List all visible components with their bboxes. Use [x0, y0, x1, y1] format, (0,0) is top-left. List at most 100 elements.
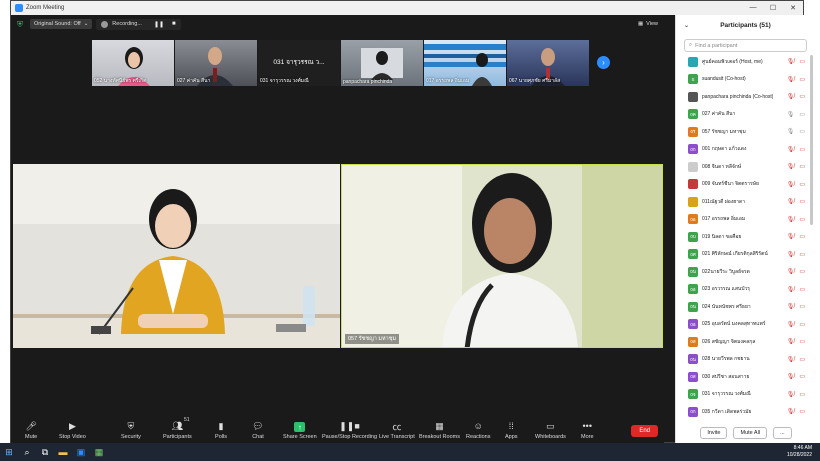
- view-button[interactable]: ▦ View: [638, 21, 658, 27]
- video-off-icon[interactable]: ▭: [799, 338, 805, 345]
- thumbnail-tile[interactable]: 017 อรรถพล อิ่มเอม: [424, 40, 506, 86]
- video-off-icon[interactable]: ▭: [799, 373, 805, 380]
- video-camera-icon[interactable]: ▭: [799, 111, 805, 118]
- participant-search-input[interactable]: ⌕ Find a participant: [684, 39, 807, 52]
- video-off-icon[interactable]: ▭: [799, 268, 805, 275]
- system-clock[interactable]: 8:46 AM 10/28/2022: [787, 445, 812, 459]
- microphone-muted-icon[interactable]: 🎙︎̸: [787, 181, 795, 188]
- search-icon[interactable]: ⌕: [18, 443, 36, 461]
- microphone-muted-icon[interactable]: 🎙︎̸: [787, 93, 795, 100]
- minimize-icon[interactable]: —: [743, 4, 763, 12]
- participant-row[interactable]: panpachara pinchinda (Co-host) 🎙︎̸ ▭: [676, 88, 809, 106]
- video-off-icon[interactable]: ▭: [799, 391, 805, 398]
- breakout-rooms-button[interactable]: ▦ Breakout Rooms: [419, 420, 460, 441]
- task-view-icon[interactable]: ⧉: [36, 443, 54, 461]
- participant-row[interactable]: ศูนย์คอมพิวเตอร์ (Host, me) 🎙︎̸ ▭: [676, 53, 809, 71]
- video-off-icon[interactable]: ▭: [799, 251, 805, 258]
- video-off-icon[interactable]: ▭: [799, 303, 805, 310]
- video-off-icon[interactable]: ▭: [799, 163, 805, 170]
- more-options-button[interactable]: ...: [773, 427, 792, 439]
- live-transcript-button[interactable]: ㏄ Live Transcript: [379, 420, 415, 441]
- panel-scrollbar[interactable]: [810, 55, 813, 225]
- video-off-icon[interactable]: ▭: [799, 356, 805, 363]
- windows-start-icon[interactable]: ⊞: [0, 443, 18, 461]
- participant-row[interactable]: 0ร 057 รัชชญา มหาชุม 🎙︎ ▭: [676, 123, 809, 141]
- video-off-icon[interactable]: ▭: [799, 321, 805, 328]
- participant-row[interactable]: 0ส 030 สปรีชา สอนสาาย 🎙︎̸ ▭: [676, 368, 809, 386]
- video-tile-left[interactable]: [13, 164, 340, 348]
- original-sound-toggle[interactable]: Original Sound: Off ⌄: [30, 19, 93, 29]
- microphone-muted-icon[interactable]: 🎙︎̸: [787, 391, 795, 398]
- microphone-icon[interactable]: 🎙︎: [787, 111, 795, 118]
- microphone-muted-icon[interactable]: 🎙︎̸: [787, 58, 795, 65]
- microphone-muted-icon[interactable]: 🎙︎̸: [787, 76, 795, 83]
- video-off-icon[interactable]: ▭: [799, 408, 805, 415]
- stop-recording-icon[interactable]: ■: [172, 21, 176, 27]
- microphone-muted-icon[interactable]: 🎙︎̸: [787, 373, 795, 380]
- invite-button[interactable]: Invite: [700, 427, 728, 439]
- apps-button[interactable]: ⁞⁞ Apps: [505, 420, 518, 440]
- microphone-muted-icon[interactable]: 🎙︎̸: [787, 216, 795, 223]
- participant-row[interactable]: 011ณัฐวดี ผ่องฮาดา 🎙︎̸ ▭: [676, 193, 809, 211]
- reactions-button[interactable]: ☺ Reactions: [466, 420, 490, 440]
- participant-row[interactable]: 0จ 031 จารุวรรณ วงศ์มณี 🎙︎̸ ▭: [676, 386, 809, 404]
- thumbnail-tile[interactable]: 067 นายศุภชัย ศรีมาลัส: [507, 40, 589, 86]
- stop-video-button[interactable]: ▶︎ Stop Video: [59, 420, 86, 441]
- participant-row[interactable]: 008 จีนดา หลีจักษ์ 🎙︎̸ ▭: [676, 158, 809, 176]
- pause-stop-recording-button[interactable]: ❚❚■ Pause/Stop Recording: [322, 420, 377, 441]
- participant-row[interactable]: 0ศ 021 ศิริลักษณ์ เกียรติกุลสิริรัตน์ 🎙︎̸ ▭: [676, 246, 809, 264]
- microphone-muted-icon[interactable]: 🎙︎̸: [787, 198, 795, 205]
- more-button[interactable]: ••• More: [581, 420, 594, 440]
- whiteboards-button[interactable]: ▭ Whiteboards: [535, 420, 566, 441]
- participant-row[interactable]: 0ก 001 กฤษดา แก้วแดง 🎙︎̸ ▭: [676, 141, 809, 159]
- participant-row[interactable]: 009 จันทร์ชีนา จิตตรารษัย 🎙︎̸ ▭: [676, 176, 809, 194]
- participant-row[interactable]: 0อ 025 อุบลรัตน์ มงคลสุทาทแพร์ 🎙︎̸ ▭: [676, 316, 809, 334]
- microphone-muted-icon[interactable]: 🎙︎̸: [787, 408, 795, 415]
- participants-button[interactable]: 👥︎ Participants: [163, 420, 192, 441]
- participant-row[interactable]: 0อ 017 อรรถพล อิ่มเอม 🎙︎̸ ▭: [676, 211, 809, 229]
- app-taskbar-icon[interactable]: ▦: [90, 443, 108, 461]
- participant-row[interactable]: Ssuandusit (Co-host) 🎙︎̸ ▭: [676, 71, 809, 89]
- video-off-icon[interactable]: ▭: [799, 181, 805, 188]
- participant-row[interactable]: 0ค 027 ค่าคัน สีนา 🎙︎ ▭: [676, 106, 809, 124]
- microphone-muted-icon[interactable]: 🎙︎̸: [787, 163, 795, 170]
- pause-recording-icon[interactable]: ❚❚: [154, 21, 164, 28]
- video-off-icon[interactable]: ▭: [799, 286, 805, 293]
- share-screen-button[interactable]: ↑ Share Screen: [283, 422, 317, 440]
- microphone-muted-icon[interactable]: 🎙︎̸: [787, 251, 795, 258]
- maximize-icon[interactable]: ☐: [763, 4, 783, 12]
- close-icon[interactable]: ✕: [783, 4, 803, 12]
- participant-row[interactable]: 0น 022นายวีระ วิบูลย์จรด 🎙︎̸ ▭: [676, 263, 809, 281]
- video-off-icon[interactable]: ▭: [799, 76, 805, 83]
- end-meeting-button[interactable]: End: [631, 425, 658, 437]
- thumbnail-tile[interactable]: 027 ค่าคัน สีนา: [175, 40, 257, 86]
- microphone-muted-icon[interactable]: 🎙︎̸: [787, 303, 795, 310]
- microphone-muted-icon[interactable]: 🎙︎̸: [787, 233, 795, 240]
- participant-row[interactable]: 0บ 019 นิลดา ขอคือย 🎙︎̸ ▭: [676, 228, 809, 246]
- video-tile-right[interactable]: 057 รัชชญา มหาชุม: [341, 164, 663, 348]
- video-camera-icon[interactable]: ▭: [799, 128, 805, 135]
- file-explorer-icon[interactable]: ▬: [54, 443, 72, 461]
- participant-row[interactable]: 0น 028 นายวีรพล กชยาน 🎙︎̸ ▭: [676, 351, 809, 369]
- thumbnail-tile[interactable]: 031 จารุวรรณ ว... 031 จารุวรรณ วงศ์มณี: [258, 40, 340, 86]
- participant-row[interactable]: 0น 024 นันทนัชพร ศรีธยา 🎙︎̸ ▭: [676, 298, 809, 316]
- participant-row[interactable]: 0ก 035 กวีดา เดิดพลร่วมัย 🎙︎̸ ▭: [676, 403, 809, 421]
- video-off-icon[interactable]: ▭: [799, 93, 805, 100]
- microphone-muted-icon[interactable]: 🎙︎̸: [787, 356, 795, 363]
- video-off-icon[interactable]: ▭: [799, 58, 805, 65]
- thumbnail-tile[interactable]: 052 นางทัศนีย์พร ศรีเกิด: [92, 40, 174, 86]
- zoom-taskbar-icon[interactable]: ▣: [72, 443, 90, 461]
- mute-button[interactable]: 🎤︎ Mute: [25, 420, 37, 441]
- mute-all-button[interactable]: Mute All: [733, 427, 768, 439]
- video-off-icon[interactable]: ▭: [799, 198, 805, 205]
- video-off-icon[interactable]: ▭: [799, 216, 805, 223]
- microphone-muted-icon[interactable]: 🎙︎̸: [787, 321, 795, 328]
- participant-row[interactable]: 0ส 026 สชัญญา จิตมงคลกุล 🎙︎̸ ▭: [676, 333, 809, 351]
- microphone-muted-icon[interactable]: 🎙︎̸: [787, 146, 795, 153]
- polls-button[interactable]: ▮ Polls: [215, 420, 227, 441]
- security-button[interactable]: ⛨ Security: [121, 420, 141, 441]
- collapse-panel-icon[interactable]: ⌄: [684, 22, 689, 29]
- participant-row[interactable]: 0อ 023 อรวรรณ แสนบัวรุ 🎙︎̸ ▭: [676, 281, 809, 299]
- thumbnail-tile[interactable]: panpachara pinchinda: [341, 40, 423, 86]
- chat-button[interactable]: 💬︎ Chat: [252, 420, 264, 441]
